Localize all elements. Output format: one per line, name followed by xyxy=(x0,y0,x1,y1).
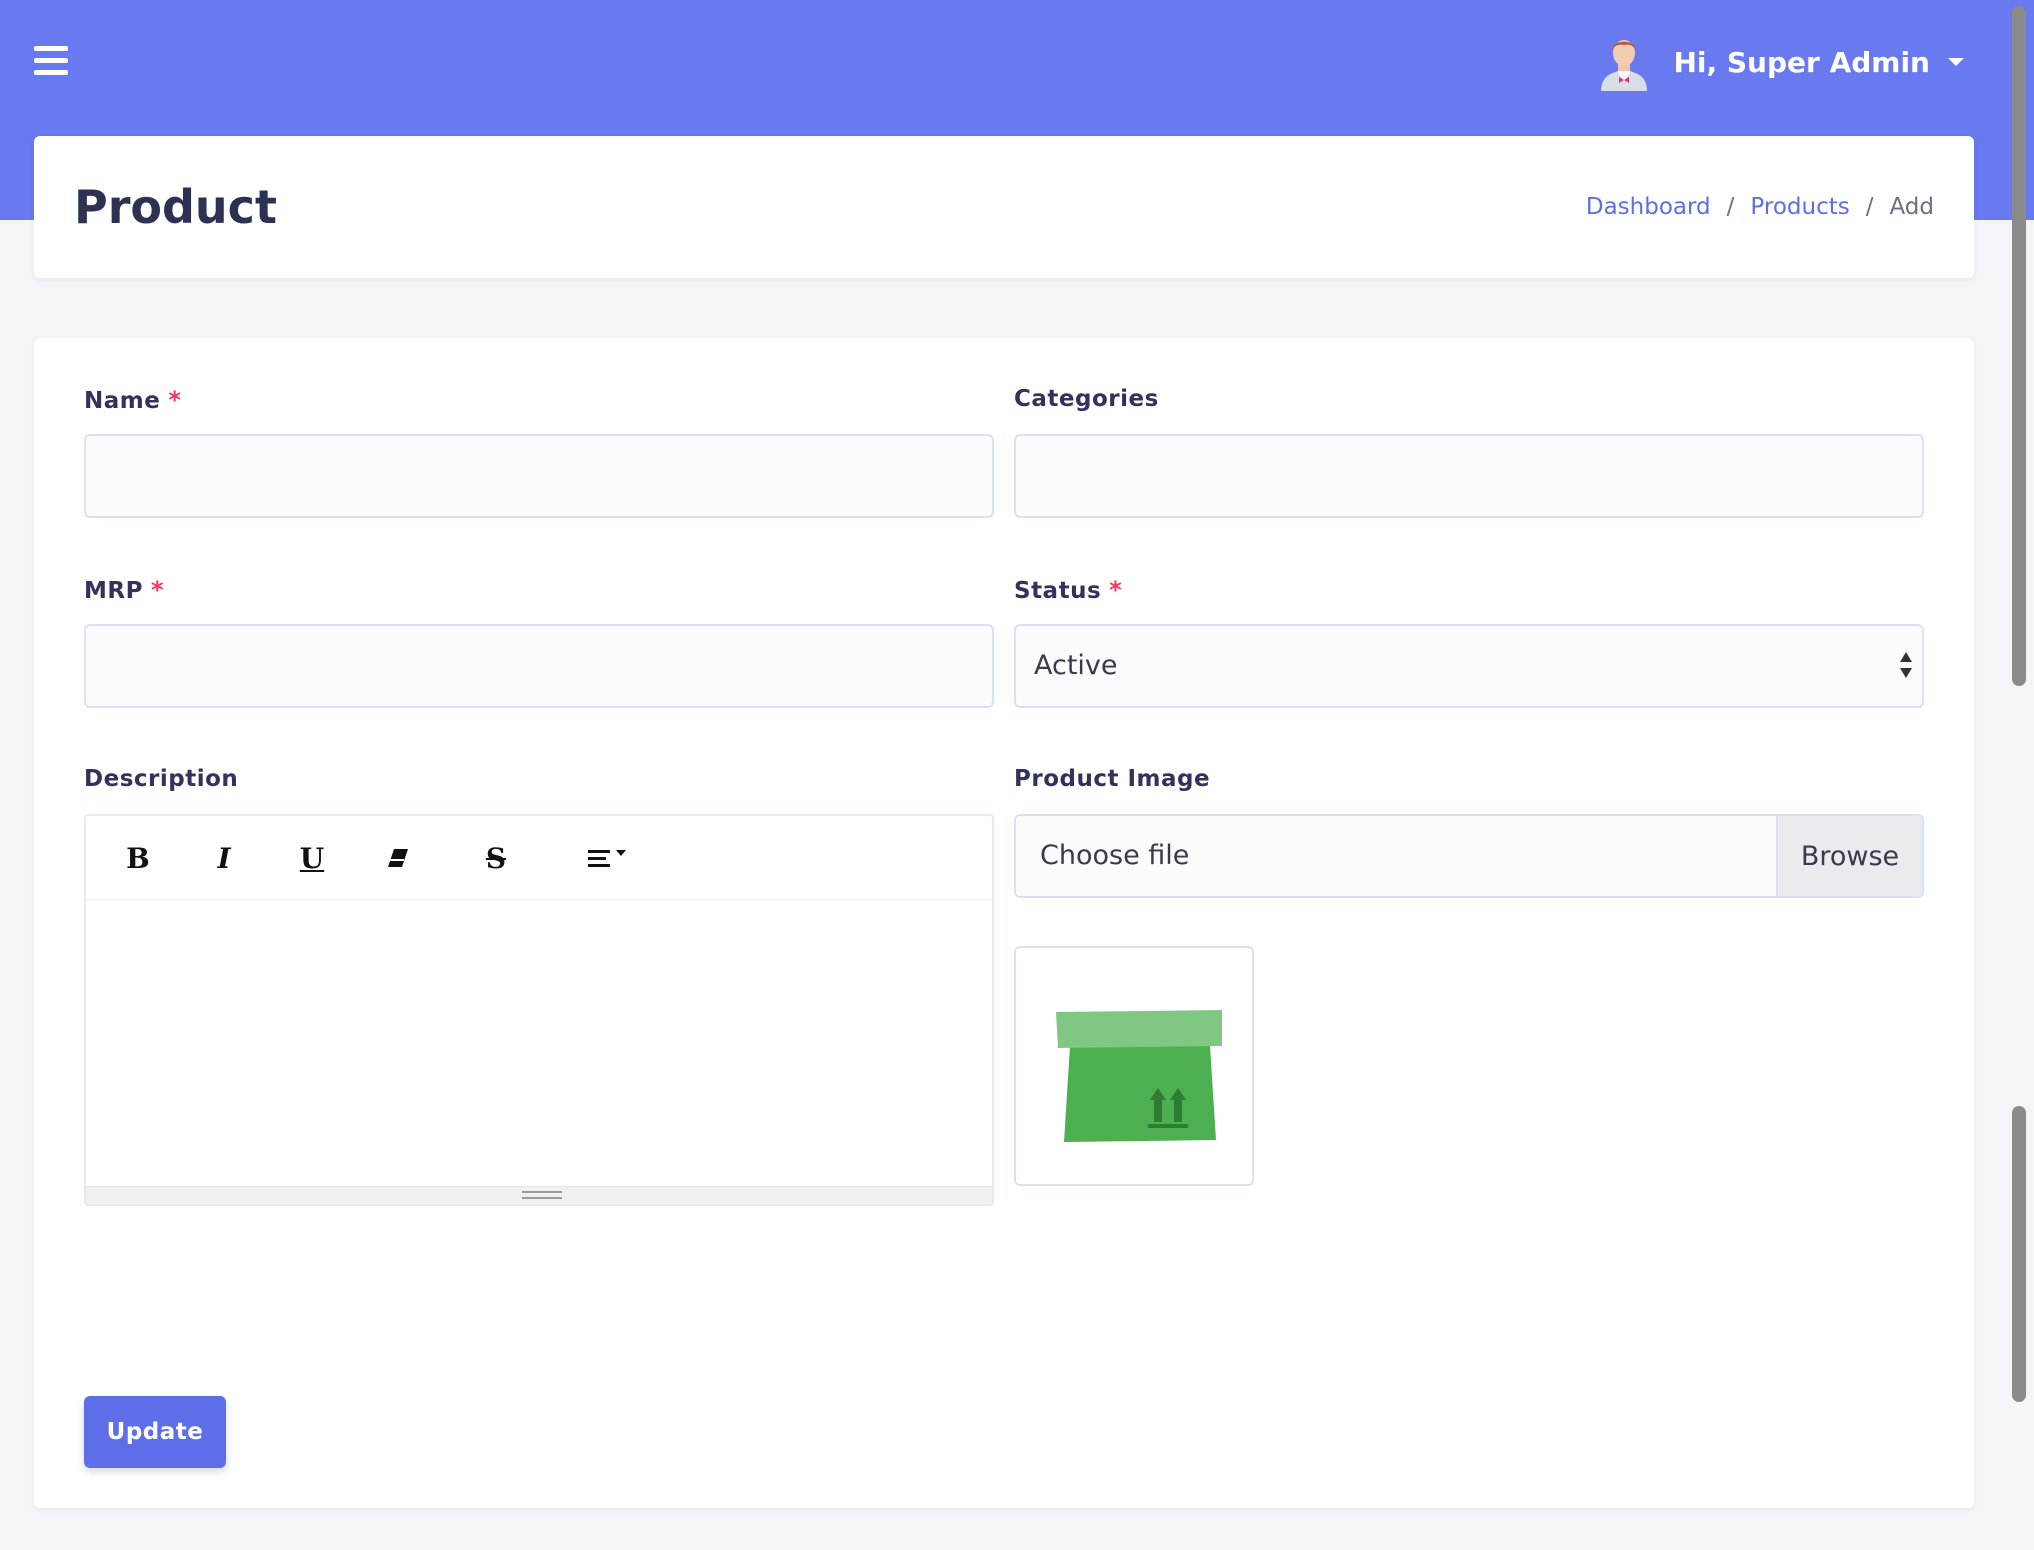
status-label-text: Status xyxy=(1014,578,1102,604)
product-image-preview xyxy=(1014,946,1254,1186)
page-title: Product xyxy=(74,180,277,234)
page-scrollbar[interactable] xyxy=(2000,0,2034,1550)
name-input[interactable] xyxy=(84,434,994,518)
status-select[interactable]: Active xyxy=(1014,624,1924,708)
browse-button[interactable]: Browse xyxy=(1776,816,1922,896)
chevron-down-icon[interactable] xyxy=(1948,58,1964,66)
description-label: Description xyxy=(84,766,239,792)
hamburger-icon[interactable] xyxy=(34,46,68,76)
strikethrough-icon[interactable]: S xyxy=(474,838,518,878)
categories-input[interactable] xyxy=(1014,434,1924,518)
editor-content-area[interactable] xyxy=(86,900,992,1186)
editor-resize-handle[interactable] xyxy=(86,1186,992,1204)
align-dropdown-icon[interactable] xyxy=(582,838,638,878)
description-editor: B I U S xyxy=(84,814,994,1206)
file-input-placeholder: Choose file xyxy=(1040,840,1190,871)
user-greeting[interactable]: Hi, Super Admin xyxy=(1673,46,1930,79)
breadcrumb-separator: / xyxy=(1865,194,1874,220)
user-dropdown[interactable]: Hi, Super Admin xyxy=(1595,34,1964,91)
scrollbar-thumb-secondary[interactable] xyxy=(2012,1106,2026,1402)
page-header-card: Product Dashboard / Products / Add xyxy=(34,136,1974,278)
package-box-icon xyxy=(1056,1010,1222,1142)
scrollbar-thumb[interactable] xyxy=(2012,6,2026,686)
breadcrumb-dashboard-link[interactable]: Dashboard xyxy=(1586,194,1711,220)
required-mark: * xyxy=(150,576,165,604)
underline-icon[interactable]: U xyxy=(290,838,334,878)
update-button[interactable]: Update xyxy=(84,1396,226,1468)
mrp-label-text: MRP xyxy=(84,578,143,604)
breadcrumb-products-link[interactable]: Products xyxy=(1750,194,1849,220)
breadcrumb-current: Add xyxy=(1889,194,1934,220)
mrp-label: MRP * xyxy=(84,576,164,604)
editor-toolbar: B I U S xyxy=(86,816,992,900)
bold-icon[interactable]: B xyxy=(116,838,160,878)
top-navbar: Hi, Super Admin xyxy=(0,0,2034,122)
name-label-text: Name xyxy=(84,388,161,414)
admin-avatar-icon xyxy=(1601,40,1648,91)
product-image-file-input[interactable]: Choose file Browse xyxy=(1014,814,1924,898)
italic-icon[interactable]: I xyxy=(202,838,246,878)
select-arrows-icon xyxy=(1898,652,1914,682)
name-label: Name * xyxy=(84,386,181,414)
mrp-input[interactable] xyxy=(84,624,994,708)
eraser-icon[interactable] xyxy=(376,838,420,878)
required-mark: * xyxy=(168,386,182,414)
status-label: Status * xyxy=(1014,576,1122,604)
product-image-label: Product Image xyxy=(1014,766,1211,792)
required-mark: * xyxy=(1109,576,1123,604)
breadcrumb: Dashboard / Products / Add xyxy=(1586,194,1934,220)
categories-label: Categories xyxy=(1014,386,1159,412)
product-form-card: Name * Categories MRP * Status * Active Des… xyxy=(34,338,1974,1508)
status-selected-value: Active xyxy=(1034,650,1118,681)
breadcrumb-separator: / xyxy=(1726,194,1735,220)
